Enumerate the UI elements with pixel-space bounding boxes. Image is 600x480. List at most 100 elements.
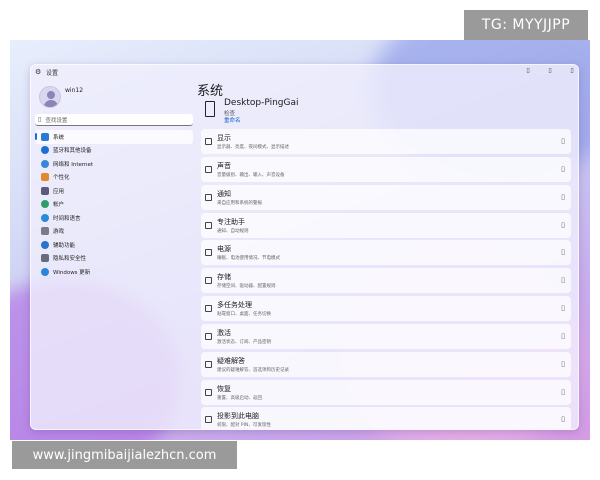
- sidebar-item-label: 蓝牙和其他设备: [53, 148, 92, 155]
- card-storage[interactable]: 存储 存储空间、驱动器、配置规则 ▯: [201, 268, 571, 294]
- chevron-right-icon: ▯: [561, 359, 565, 368]
- device-icon: [205, 101, 215, 117]
- main-content: 系统 Desktop-PingGai 检查 重命名 显示 显示器、亮度、夜间模式…: [197, 79, 577, 429]
- card-title: 激活: [217, 328, 231, 337]
- card-desc: 睡眠、电池使用情况、节电模式: [217, 256, 280, 262]
- avatar-head: [47, 91, 55, 99]
- card-multitasking[interactable]: 多任务处理 贴靠窗口、桌面、任务切换 ▯: [201, 296, 571, 322]
- screenshot: ⚙ 设置 ▯ ▯ ▯ win12 ▯ 查找设置 系统 蓝牙和其他设备 网络和 I…: [0, 0, 600, 480]
- card-project-to-pc[interactable]: 投影到此电脑 权限、配对 PIN、可发现性 ▯: [201, 407, 571, 429]
- card-desc: 激活状态、订阅、产品密钥: [217, 339, 271, 345]
- chevron-right-icon: ▯: [561, 331, 565, 340]
- card-activation[interactable]: 激活 激活状态、订阅、产品密钥 ▯: [201, 323, 571, 349]
- card-desc: 贴靠窗口、桌面、任务切换: [217, 312, 271, 318]
- chevron-right-icon: ▯: [561, 248, 565, 257]
- sidebar-item-bluetooth[interactable]: 蓝牙和其他设备: [35, 144, 193, 158]
- brush-icon: [41, 173, 49, 182]
- chevron-right-icon: ▯: [561, 164, 565, 173]
- globe-clock-icon: [41, 213, 49, 222]
- page-title: 系统: [197, 84, 224, 99]
- card-desc: 显示器、亮度、夜间模式、显示描述: [217, 145, 289, 150]
- sidebar-item-network[interactable]: 网络和 Internet: [35, 157, 193, 171]
- sidebar-item-system[interactable]: 系统: [35, 130, 193, 144]
- chevron-right-icon: ▯: [561, 220, 565, 229]
- sidebar-item-label: Windows 更新: [53, 269, 91, 276]
- card-notifications[interactable]: 通知 来自应用和系统的警报 ▯: [201, 184, 571, 210]
- moon-icon: [205, 221, 212, 229]
- sidebar-item-label: 时间和语言: [53, 215, 81, 222]
- key-icon: [205, 332, 212, 340]
- card-title: 通知: [217, 189, 231, 198]
- sidebar-item-label: 游戏: [53, 229, 65, 236]
- sidebar-item-label: 隐私和安全性: [53, 256, 87, 263]
- sidebar-item-accessibility[interactable]: 辅助功能: [35, 238, 193, 252]
- sidebar-item-accounts[interactable]: 帐户: [35, 198, 193, 212]
- watermark-bottom: www.jingmibaijialezhcn.com: [12, 441, 237, 469]
- rename-link[interactable]: 重命名: [224, 116, 241, 124]
- card-power[interactable]: 电源 睡眠、电池使用情况、节电模式 ▯: [201, 240, 571, 266]
- card-desc: 建议的疑难解答、首选项和历史记录: [217, 367, 289, 373]
- search-placeholder: 查找设置: [45, 117, 68, 124]
- device-name: Desktop-PingGai: [224, 98, 299, 108]
- card-title: 电源: [217, 245, 231, 254]
- chevron-right-icon: ▯: [561, 276, 565, 285]
- chevron-right-icon: ▯: [561, 137, 565, 145]
- card-recovery[interactable]: 恢复 重置、高级启动、返回 ▯: [201, 379, 571, 405]
- sidebar-item-label: 系统: [53, 134, 65, 141]
- apps-icon: [41, 186, 49, 195]
- sidebar-item-windows-update[interactable]: Windows 更新: [35, 265, 193, 279]
- maximize-button[interactable]: ▯: [546, 67, 554, 75]
- watermark-top: TG: MYYJJPP: [464, 10, 588, 40]
- chevron-right-icon: ▯: [561, 387, 565, 396]
- chevron-right-icon: ▯: [561, 304, 565, 313]
- gamepad-icon: [41, 227, 49, 236]
- card-title: 显示: [217, 134, 231, 142]
- speaker-icon: [205, 165, 212, 173]
- card-troubleshoot[interactable]: 疑难解答 建议的疑难解答、首选项和历史记录 ▯: [201, 351, 571, 377]
- wrench-icon: [205, 360, 212, 368]
- card-title: 疑难解答: [217, 356, 245, 365]
- minimize-button[interactable]: ▯: [524, 67, 532, 75]
- card-desc: 权限、配对 PIN、可发现性: [217, 423, 271, 429]
- sidebar-item-time-language[interactable]: 时间和语言: [35, 211, 193, 225]
- bell-icon: [205, 193, 212, 201]
- username: win12: [65, 87, 84, 94]
- sidebar-item-apps[interactable]: 应用: [35, 184, 193, 198]
- sidebar-item-label: 网络和 Internet: [53, 161, 94, 168]
- update-icon: [41, 267, 49, 276]
- sidebar-item-gaming[interactable]: 游戏: [35, 225, 193, 239]
- close-button[interactable]: ▯: [568, 67, 576, 75]
- display-icon: [205, 138, 212, 145]
- avatar[interactable]: [39, 86, 61, 108]
- card-title: 声音: [217, 161, 231, 170]
- sidebar-item-privacy[interactable]: 隐私和安全性: [35, 252, 193, 266]
- sidebar-item-personalization[interactable]: 个性化: [35, 171, 193, 185]
- card-focus-assist[interactable]: 专注助手 通知、自动规则 ▯: [201, 212, 571, 238]
- search-input[interactable]: ▯ 查找设置: [35, 114, 193, 126]
- settings-window: ⚙ 设置 ▯ ▯ ▯ win12 ▯ 查找设置 系统 蓝牙和其他设备 网络和 I…: [30, 64, 579, 430]
- window-title: 设置: [46, 69, 59, 77]
- sidebar-item-label: 辅助功能: [53, 242, 76, 249]
- card-display[interactable]: 显示 显示器、亮度、夜间模式、显示描述 ▯: [201, 129, 571, 154]
- bluetooth-icon: [41, 146, 49, 155]
- settings-cards: 显示 显示器、亮度、夜间模式、显示描述 ▯ 声音 音量级别、输出、输入、声音设备…: [201, 129, 571, 429]
- recovery-icon: [205, 388, 212, 396]
- card-desc: 通知、自动规则: [217, 228, 249, 234]
- multitask-icon: [205, 305, 212, 313]
- accessibility-icon: [41, 240, 49, 249]
- shield-icon: [41, 254, 49, 263]
- sidebar-item-label: 个性化: [53, 175, 70, 182]
- settings-gear-icon: ⚙: [35, 68, 42, 76]
- card-title: 多任务处理: [217, 301, 252, 310]
- card-desc: 重置、高级启动、返回: [217, 395, 262, 401]
- account-icon: [41, 200, 49, 209]
- sidebar-item-label: 帐户: [53, 202, 65, 209]
- card-title: 存储: [217, 273, 231, 282]
- card-desc: 音量级别、输出、输入、声音设备: [217, 172, 285, 178]
- card-sound[interactable]: 声音 音量级别、输出、输入、声音设备 ▯: [201, 156, 571, 182]
- sidebar-item-label: 应用: [53, 188, 65, 195]
- storage-icon: [205, 277, 212, 285]
- sidebar: win12 ▯ 查找设置 系统 蓝牙和其他设备 网络和 Internet 个性化…: [31, 79, 197, 429]
- card-title: 恢复: [217, 384, 231, 393]
- chevron-right-icon: ▯: [561, 415, 565, 424]
